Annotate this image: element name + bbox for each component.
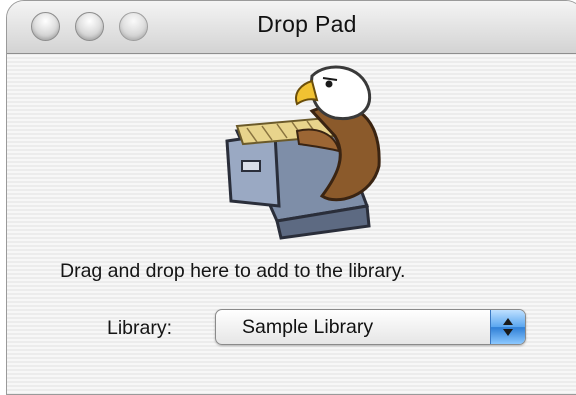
eagle-file-cabinet-icon	[225, 65, 381, 240]
zoom-button[interactable]	[119, 12, 148, 41]
drop-instructions: Drag and drop here to add to the library…	[60, 260, 406, 282]
updown-arrows-icon[interactable]	[490, 310, 525, 344]
drop-pad-window: Drop Pad Drag and drop here to add to th…	[6, 0, 576, 395]
window-title: Drop Pad	[257, 11, 357, 37]
drop-area[interactable]: Drag and drop here to add to the library…	[7, 54, 576, 394]
library-label: Library:	[107, 317, 173, 339]
arrow-up-icon	[503, 318, 513, 325]
close-button[interactable]	[31, 12, 60, 41]
title-bar[interactable]: Drop Pad	[7, 1, 576, 54]
arrow-down-icon	[503, 329, 513, 336]
minimize-button[interactable]	[75, 12, 104, 41]
library-popup[interactable]: Sample Library	[215, 309, 526, 345]
library-selected-value: Sample Library	[242, 316, 374, 338]
